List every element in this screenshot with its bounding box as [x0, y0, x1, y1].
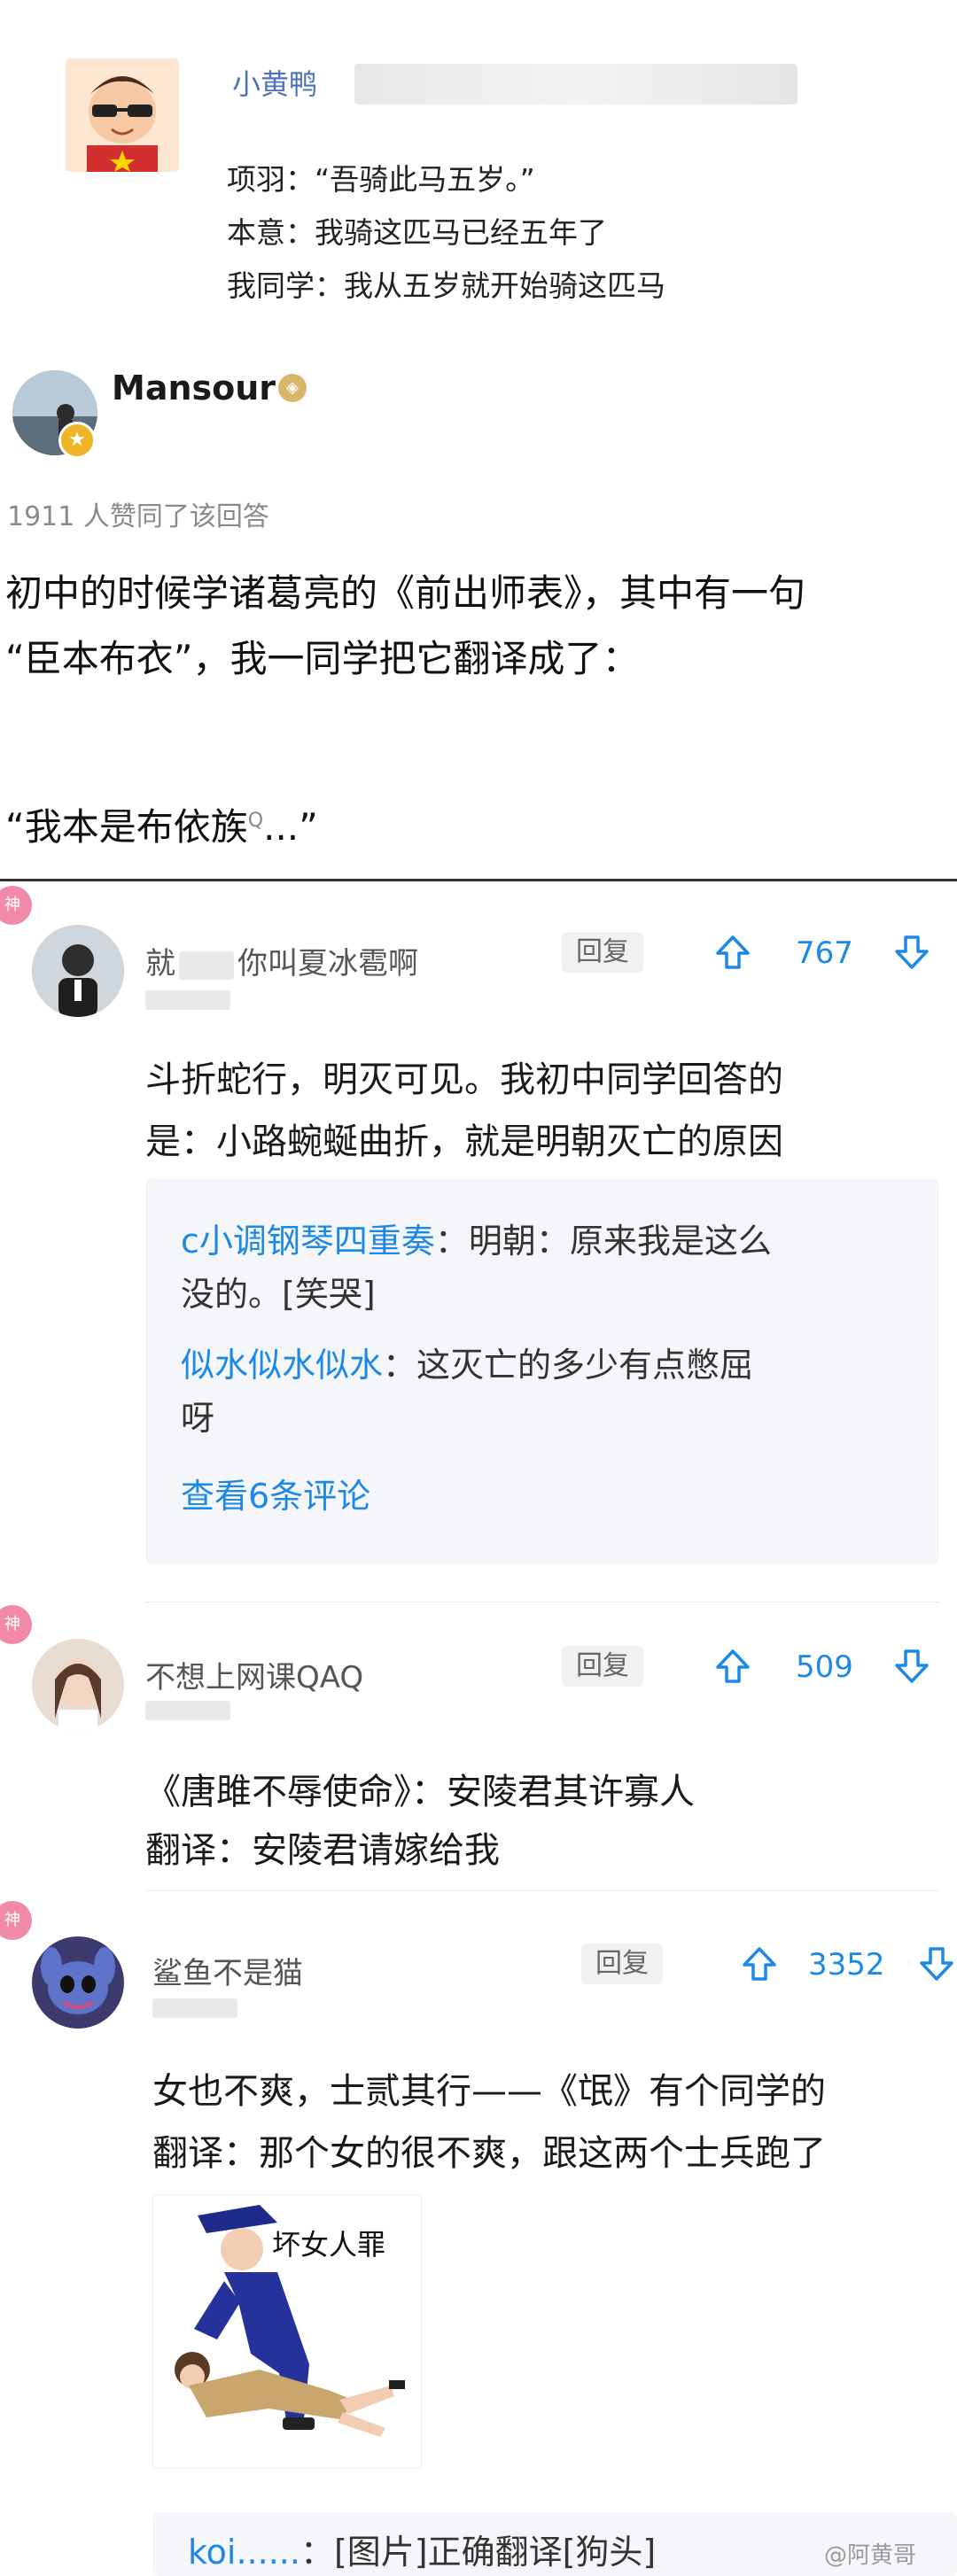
sub-comment-text: ：明朝：原来我是这么: [434, 1222, 772, 1261]
commenter-name[interactable]: 就 你叫夏冰雹啊: [145, 939, 418, 982]
star-badge-icon: ★: [58, 422, 96, 459]
blurred-name: [179, 950, 234, 980]
post-line: 本意：我骑这匹马已经五年了: [227, 215, 607, 250]
username[interactable]: 小黄鸭: [232, 62, 317, 103]
vote-count: 3352: [808, 1947, 885, 1982]
answer-card: ★ Mansour ◈ 1911 人赞同了该回答 初中的时候学诸葛亮的《前出师表…: [0, 337, 957, 886]
comment-thread: 神 就 你叫夏冰雹啊 回复 767 斗折蛇行，明灭可见。我初中同学回答的 是：小路…: [0, 886, 957, 2576]
reply-button[interactable]: 回复: [562, 1646, 643, 1687]
hot-tag: 神: [0, 1605, 32, 1644]
answer-paragraph: “臣本布衣”，我一同学把它翻译成了：: [5, 637, 640, 680]
commenter-name[interactable]: 鲨鱼不是猫: [152, 1949, 303, 1992]
sub-comment: c小调钢琴四重奏：明朝：原来我是这么: [181, 1214, 772, 1262]
downvote-icon[interactable]: [916, 1944, 957, 1984]
avatar[interactable]: [32, 1936, 124, 2029]
sub-commenter-dots: ......: [236, 2533, 300, 2572]
comment-text: 女也不爽，士贰其行——《氓》有个同学的: [152, 2071, 826, 2112]
upvote-icon[interactable]: [712, 1646, 753, 1687]
vote-count: 509: [796, 1649, 853, 1685]
comment-text: 《唐雎不辱使命》：安陵君其许寡人: [145, 1772, 695, 1812]
blurred-info: [152, 1998, 237, 2018]
upvote-icon[interactable]: [739, 1944, 780, 1984]
watermark: @阿黄哥: [824, 2542, 917, 2569]
quote-text: “我本是布依族: [5, 805, 248, 849]
sub-commenter-name[interactable]: koi: [188, 2533, 236, 2572]
answer-paragraph: 初中的时候学诸葛亮的《前出师表》，其中有一句: [5, 571, 806, 615]
reply-button[interactable]: 回复: [581, 1944, 663, 1984]
sub-comment: koi......：[图片]正确翻译[狗头]: [188, 2525, 656, 2573]
name-prefix: 就: [145, 946, 175, 982]
comment-text: 是：小路蜿蜒曲折，就是明朝灭亡的原因: [145, 1121, 783, 1162]
sub-comment: 似水似水似水：这灭亡的多少有点憋屈: [181, 1338, 753, 1386]
post-weibo: 小黄鸭 项羽：“吾骑此马五岁。” 本意：我骑这匹马已经五年了 我同学：我从五岁就…: [0, 0, 957, 337]
search-link-icon[interactable]: Q: [248, 810, 263, 832]
downvote-icon[interactable]: [891, 932, 932, 973]
comment-text: 斗折蛇行，明灭可见。我初中同学回答的: [145, 1059, 783, 1100]
quote-tail: ...”: [263, 805, 318, 849]
verified-badge-icon: ◈: [278, 374, 307, 402]
post-line: 项羽：“吾骑此马五岁。”: [227, 162, 535, 197]
view-more-link[interactable]: 查看6条评论: [181, 1469, 370, 1517]
comment-text: 翻译：安陵君请嫁给我: [145, 1830, 500, 1871]
answer-quote: “我本是布依族Q...”: [5, 797, 318, 851]
cartoon-avatar-icon: [66, 58, 179, 172]
sub-comment-text: 呀: [181, 1399, 215, 1438]
blurred-info: [145, 990, 230, 1010]
sub-comments-box: c小调钢琴四重奏：明朝：原来我是这么 没的。[笑哭] 似水似水似水：这灭亡的多少…: [145, 1178, 939, 1564]
post-line: 我同学：我从五岁就开始骑这匹马: [227, 268, 665, 303]
avatar[interactable]: [66, 58, 179, 172]
avatar[interactable]: [32, 925, 124, 1017]
blurred-info: [145, 1701, 230, 1720]
comment-text: 翻译：那个女的很不爽，跟这两个士兵跑了: [152, 2133, 826, 2174]
divider: [0, 879, 957, 881]
sub-comment-text: ：[图片]正确翻译[狗头]: [300, 2533, 657, 2572]
divider: [145, 1890, 939, 1891]
sub-commenter-name[interactable]: 似水似水似水: [181, 1346, 383, 1385]
commenter-name[interactable]: 不想上网课QAQ: [145, 1653, 363, 1696]
reply-button[interactable]: 回复: [562, 932, 643, 973]
blurred-info: [354, 64, 798, 105]
name-suffix: 你叫夏冰雹啊: [237, 946, 418, 982]
avatar[interactable]: [32, 1639, 124, 1731]
hot-tag: 神: [0, 1901, 32, 1940]
sub-comment-text: ：这灭亡的多少有点憋屈: [383, 1346, 754, 1385]
sub-commenter-name[interactable]: c小调钢琴四重奏: [181, 1222, 435, 1261]
hot-tag: 神: [0, 886, 32, 925]
sub-comment-text: 没的。[笑哭]: [181, 1275, 376, 1314]
likes-count: 1911 人赞同了该回答: [7, 501, 269, 532]
vote-count: 767: [796, 935, 853, 971]
girl-avatar-icon: [32, 1639, 124, 1731]
upvote-icon[interactable]: [712, 932, 753, 973]
username[interactable]: Mansour: [112, 369, 276, 407]
image-caption: 坏女人罪: [272, 2228, 386, 2262]
comment-image[interactable]: 坏女人罪: [152, 2195, 422, 2468]
downvote-icon[interactable]: [891, 1646, 932, 1687]
person-avatar-icon: [32, 925, 124, 1017]
stitch-avatar-icon: [32, 1936, 124, 2029]
